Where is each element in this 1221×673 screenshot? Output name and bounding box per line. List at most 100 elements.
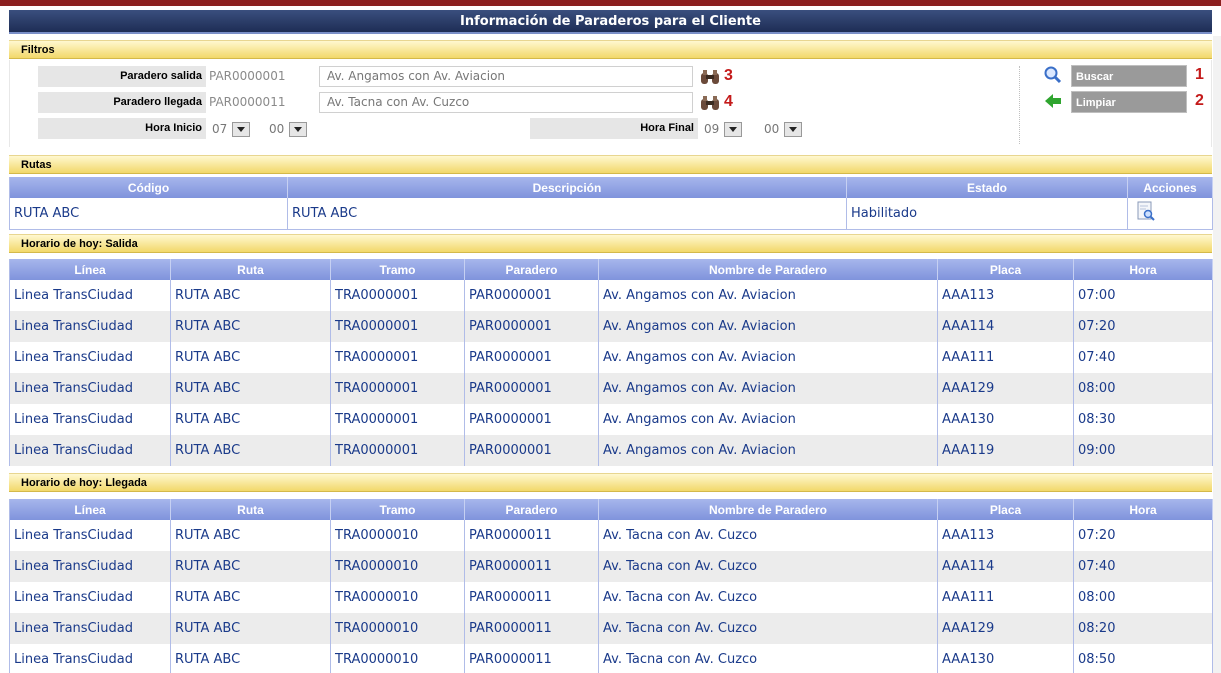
col-header-linea[interactable]: Línea xyxy=(9,259,171,280)
cell-hora: 07:40 xyxy=(1073,551,1213,582)
table-row[interactable]: Linea TransCiudad RUTA ABC TRA0000010 PAR00… xyxy=(9,582,1213,613)
cell-linea: Linea TransCiudad xyxy=(9,373,171,404)
hora-final-hh-select[interactable]: 09 xyxy=(702,120,742,138)
salida-code-field[interactable]: PAR0000001 xyxy=(206,66,318,87)
col-header-ruta[interactable]: Ruta xyxy=(170,259,331,280)
cell-nombre-paradero: Av. Tacna con Av. Cuzco xyxy=(598,613,938,644)
col-header-tramo[interactable]: Tramo xyxy=(330,259,465,280)
llegada-label: Paradero llegada xyxy=(38,92,206,113)
table-row[interactable]: Linea TransCiudad RUTA ABC TRA0000001 PAR00… xyxy=(9,311,1213,342)
table-row[interactable]: Linea TransCiudad RUTA ABC TRA0000010 PAR00… xyxy=(9,520,1213,551)
cell-linea: Linea TransCiudad xyxy=(9,582,171,613)
cell-nombre-paradero: Av. Tacna con Av. Cuzco xyxy=(598,551,938,582)
rutas-section-header: Rutas xyxy=(9,155,1212,174)
hora-inicio-label: Hora Inicio xyxy=(38,118,206,139)
cell-tramo: TRA0000001 xyxy=(330,342,465,373)
col-header-linea[interactable]: Línea xyxy=(9,499,171,520)
cell-nombre-paradero: Av. Angamos con Av. Aviacion xyxy=(598,373,938,404)
cell-paradero: PAR0000011 xyxy=(464,613,599,644)
cell-paradero: PAR0000001 xyxy=(464,435,599,466)
table-row[interactable]: Linea TransCiudad RUTA ABC TRA0000001 PAR00… xyxy=(9,373,1213,404)
cell-ruta: RUTA ABC xyxy=(170,520,331,551)
cell-nombre-paradero: Av. Angamos con Av. Aviacion xyxy=(598,280,938,311)
col-header-paradero[interactable]: Paradero xyxy=(464,499,599,520)
view-document-icon[interactable] xyxy=(1136,201,1156,221)
cell-linea: Linea TransCiudad xyxy=(9,520,171,551)
rutas-table: Código Descripción Estado Acciones RUTA … xyxy=(9,177,1213,230)
cell-tramo: TRA0000001 xyxy=(330,373,465,404)
limpiar-button[interactable]: Limpiar xyxy=(1071,91,1187,113)
cell-ruta: RUTA ABC xyxy=(170,435,331,466)
cell-placa: AAA129 xyxy=(937,373,1074,404)
cell-linea: Linea TransCiudad xyxy=(9,644,171,673)
cell-placa: AAA119 xyxy=(937,435,1074,466)
hora-inicio-mm-select[interactable]: 00 xyxy=(267,120,307,138)
col-header-placa[interactable]: Placa xyxy=(937,259,1074,280)
cell-tramo: TRA0000010 xyxy=(330,551,465,582)
col-header-placa[interactable]: Placa xyxy=(937,499,1074,520)
hora-final-label: Hora Final xyxy=(530,118,698,139)
table-row[interactable]: Linea TransCiudad RUTA ABC TRA0000001 PAR00… xyxy=(9,280,1213,311)
col-header-hora[interactable]: Hora xyxy=(1073,259,1213,280)
col-header-paradero[interactable]: Paradero xyxy=(464,259,599,280)
hora-inicio-hh-value: 07 xyxy=(212,122,228,136)
table-row[interactable]: Linea TransCiudad RUTA ABC TRA0000010 PAR00… xyxy=(9,644,1213,673)
cell-linea: Linea TransCiudad xyxy=(9,404,171,435)
cell-acciones xyxy=(1127,198,1213,230)
llegada-name-field[interactable]: Av. Tacna con Av. Cuzco xyxy=(319,92,693,113)
cell-paradero: PAR0000011 xyxy=(464,551,599,582)
chevron-down-icon[interactable] xyxy=(784,122,802,137)
hora-final-mm-select[interactable]: 00 xyxy=(762,120,802,138)
col-header-descripcion[interactable]: Descripción xyxy=(287,177,847,198)
arrow-left-icon[interactable] xyxy=(1044,92,1062,110)
table-row[interactable]: Linea TransCiudad RUTA ABC TRA0000001 PAR00… xyxy=(9,435,1213,466)
page-scrollbar[interactable] xyxy=(1213,36,1221,673)
marker-4: 4 xyxy=(724,93,733,110)
binoculars-icon[interactable] xyxy=(700,69,720,85)
cell-tramo: TRA0000001 xyxy=(330,280,465,311)
col-header-nombre-paradero[interactable]: Nombre de Paradero xyxy=(598,499,938,520)
cell-linea: Linea TransCiudad xyxy=(9,280,171,311)
cell-placa: AAA129 xyxy=(937,613,1074,644)
llegada-table: Línea Ruta Tramo Paradero Nombre de Paradero… xyxy=(9,499,1213,673)
table-row[interactable]: Linea TransCiudad RUTA ABC TRA0000001 PAR00… xyxy=(9,404,1213,435)
cell-paradero: PAR0000001 xyxy=(464,373,599,404)
cell-nombre-paradero: Av. Tacna con Av. Cuzco xyxy=(598,644,938,673)
cell-hora: 07:40 xyxy=(1073,342,1213,373)
chevron-down-icon[interactable] xyxy=(232,122,250,137)
table-row[interactable]: Linea TransCiudad RUTA ABC TRA0000010 PAR00… xyxy=(9,551,1213,582)
chevron-down-icon[interactable] xyxy=(724,122,742,137)
magnifier-icon[interactable] xyxy=(1044,66,1062,84)
col-header-estado[interactable]: Estado xyxy=(846,177,1128,198)
cell-placa: AAA130 xyxy=(937,644,1074,673)
col-header-hora[interactable]: Hora xyxy=(1073,499,1213,520)
cell-tramo: TRA0000010 xyxy=(330,644,465,673)
hora-inicio-hh-select[interactable]: 07 xyxy=(210,120,250,138)
col-header-tramo[interactable]: Tramo xyxy=(330,499,465,520)
page-title: Información de Paraderos para el Cliente xyxy=(9,10,1212,34)
cell-placa: AAA113 xyxy=(937,520,1074,551)
binoculars-icon[interactable] xyxy=(700,95,720,111)
chevron-down-icon[interactable] xyxy=(289,122,307,137)
buscar-button[interactable]: Buscar xyxy=(1071,65,1187,87)
top-accent-bar xyxy=(0,0,1221,6)
table-row[interactable]: Linea TransCiudad RUTA ABC TRA0000001 PAR00… xyxy=(9,342,1213,373)
cell-hora: 08:50 xyxy=(1073,644,1213,673)
salida-table: Línea Ruta Tramo Paradero Nombre de Paradero… xyxy=(9,259,1213,466)
filters-divider xyxy=(1019,66,1020,144)
col-header-ruta[interactable]: Ruta xyxy=(170,499,331,520)
cell-hora: 08:20 xyxy=(1073,613,1213,644)
cell-paradero: PAR0000011 xyxy=(464,644,599,673)
col-header-codigo[interactable]: Código xyxy=(9,177,288,198)
table-row[interactable]: RUTA ABC RUTA ABC Habilitado xyxy=(9,198,1213,230)
cell-hora: 08:30 xyxy=(1073,404,1213,435)
cell-nombre-paradero: Av. Tacna con Av. Cuzco xyxy=(598,520,938,551)
table-row[interactable]: Linea TransCiudad RUTA ABC TRA0000010 PAR00… xyxy=(9,613,1213,644)
cell-paradero: PAR0000011 xyxy=(464,520,599,551)
cell-tramo: TRA0000010 xyxy=(330,520,465,551)
salida-name-field[interactable]: Av. Angamos con Av. Aviacion xyxy=(319,66,693,87)
llegada-code-field[interactable]: PAR0000011 xyxy=(206,92,318,113)
cell-linea: Linea TransCiudad xyxy=(9,435,171,466)
hora-inicio-mm-value: 00 xyxy=(269,122,285,136)
col-header-nombre-paradero[interactable]: Nombre de Paradero xyxy=(598,259,938,280)
